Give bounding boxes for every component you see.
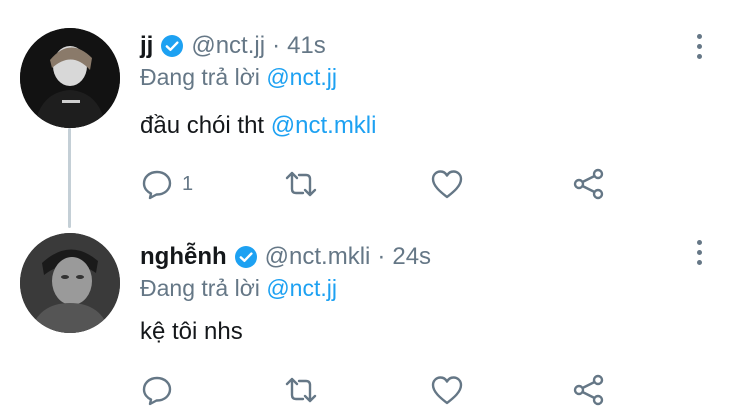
tweet-text: đầu chói tht @nct.mkli [140, 112, 376, 140]
tweet-1[interactable]: jj @nct.jj · 41s Đang trả lời @nct.jj đầ… [0, 0, 750, 220]
replying-to-mention[interactable]: @nct.jj [266, 64, 337, 90]
like-icon [431, 170, 463, 199]
retweet-icon [285, 377, 317, 403]
replying-to: Đang trả lời @nct.jj [140, 275, 337, 302]
tweet-text: kệ tôi nhs [140, 318, 243, 346]
separator: · [377, 243, 386, 270]
tweet-body: kệ tôi nhs [140, 318, 243, 345]
reply-icon [142, 376, 172, 406]
replying-to-mention[interactable]: @nct.jj [266, 275, 337, 301]
retweet-icon [285, 171, 317, 197]
display-name[interactable]: nghễnh [140, 243, 227, 271]
more-icon[interactable] [694, 240, 704, 265]
reply-button[interactable]: 1 [140, 166, 193, 202]
avatar[interactable] [20, 233, 120, 333]
reply-count: 1 [182, 172, 194, 195]
retweet-button[interactable] [284, 166, 318, 202]
replying-to-label: Đang trả lời [140, 275, 260, 301]
share-button[interactable] [572, 166, 606, 202]
action-bar: 1 [140, 166, 620, 202]
verified-icon [161, 35, 184, 57]
timestamp[interactable]: 24s [392, 243, 431, 271]
separator: · [272, 32, 281, 59]
action-bar [140, 372, 620, 408]
like-icon [431, 376, 463, 405]
more-icon[interactable] [694, 34, 704, 59]
share-icon [573, 374, 604, 406]
share-icon [573, 168, 604, 200]
timestamp[interactable]: 41s [287, 32, 326, 60]
replying-to: Đang trả lời @nct.jj [140, 64, 337, 91]
display-name[interactable]: jj [140, 32, 153, 60]
tweet-2[interactable]: nghễnh @nct.mkli · 24s Đang trả lời @nct… [0, 222, 750, 420]
like-button[interactable] [430, 166, 464, 202]
like-button[interactable] [430, 372, 464, 408]
tweet-body: đầu chói tht [140, 112, 265, 139]
replying-to-label: Đang trả lời [140, 64, 260, 90]
retweet-button[interactable] [284, 372, 318, 408]
share-button[interactable] [572, 372, 606, 408]
tweet-mention[interactable]: @nct.mkli [271, 112, 377, 139]
reply-button[interactable] [140, 372, 182, 408]
avatar[interactable] [20, 28, 120, 128]
handle[interactable]: @nct.mkli [265, 243, 371, 271]
handle[interactable]: @nct.jj [191, 32, 265, 60]
reply-icon [142, 170, 172, 200]
verified-icon [234, 246, 257, 268]
